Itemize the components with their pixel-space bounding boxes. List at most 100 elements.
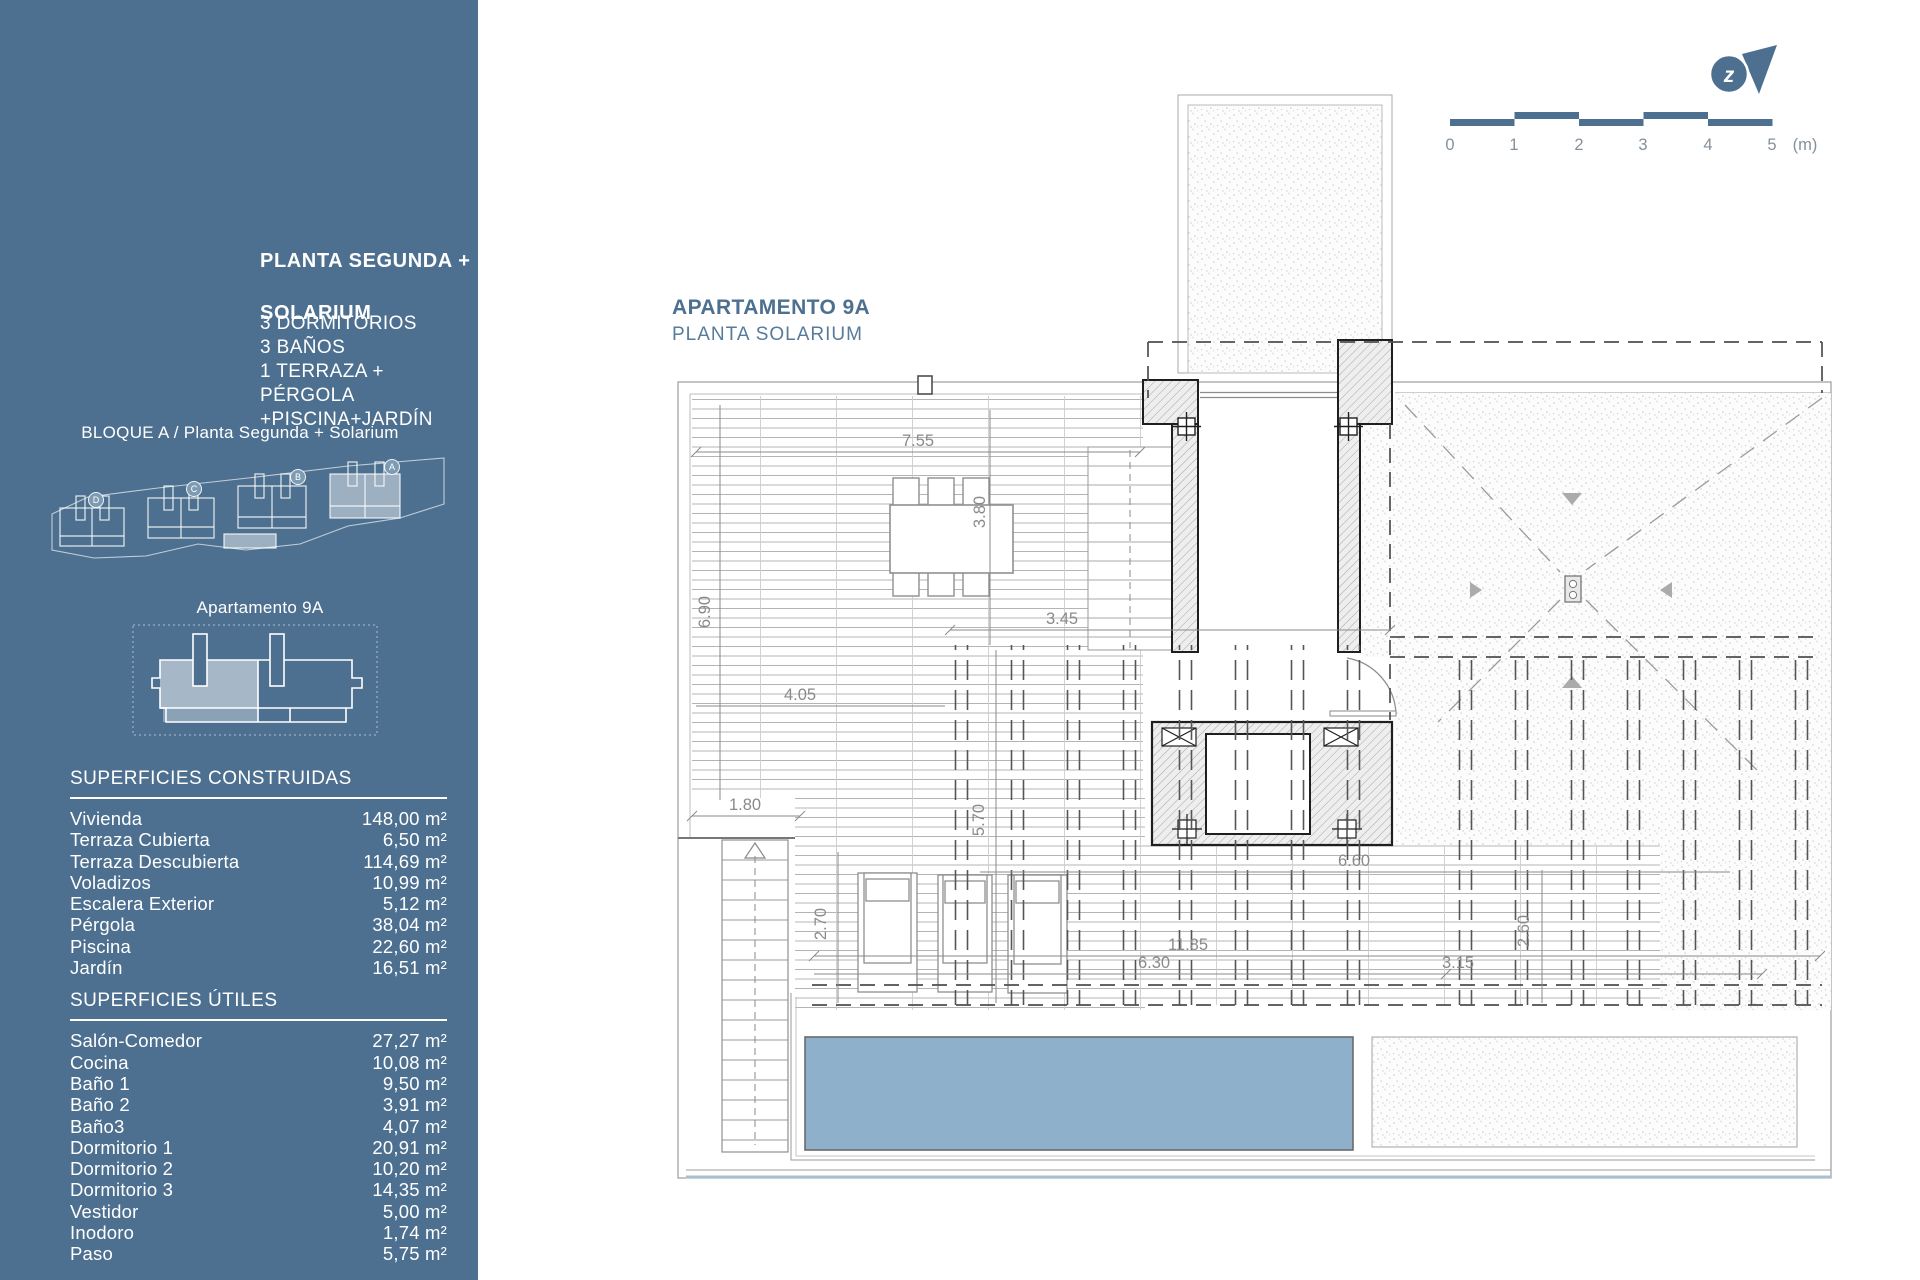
row-label: Inodoro <box>70 1222 134 1243</box>
row-value: 5,12 m² <box>383 893 447 914</box>
surface-tables: SUPERFICIES CONSTRUIDAS Vivienda 148,00 m… <box>70 768 447 1265</box>
surfaces-built-title: SUPERFICIES CONSTRUIDAS <box>70 768 447 799</box>
building-letter-d: D <box>93 495 100 505</box>
row-value: 4,07 m² <box>383 1116 447 1137</box>
row-value: 6,50 m² <box>383 829 447 850</box>
building-letter-c: C <box>191 484 198 494</box>
upper-stair-flight <box>1088 447 1173 650</box>
table-row: Voladizos 10,99 m² <box>70 872 447 893</box>
table-row: Cocina 10,08 m² <box>70 1052 447 1073</box>
dim-630: 6.30 <box>1138 954 1170 972</box>
site-keyplan: D C B A <box>48 452 448 582</box>
heading-line1: PLANTA SEGUNDA + <box>260 250 471 272</box>
row-value: 3,91 m² <box>383 1094 447 1115</box>
building-letter-b: B <box>295 472 301 482</box>
apartment-keyplan <box>130 620 380 740</box>
building-letter-a: A <box>389 462 395 472</box>
row-label: Salón-Comedor <box>70 1030 202 1051</box>
dim-570: 5.70 <box>970 804 988 836</box>
dim-180: 1.80 <box>729 796 761 814</box>
row-value: 10,20 m² <box>372 1158 447 1179</box>
roof-drain <box>1565 576 1581 602</box>
dim-1185: 11.85 <box>1168 936 1208 954</box>
sidebar: PLANTA SEGUNDA + SOLARIUM 3 DORMITORIOS … <box>0 0 478 1280</box>
dim-660: 6.60 <box>1338 852 1370 870</box>
scale-bar: 0 1 2 3 4 5 (m) <box>1445 112 1817 154</box>
row-label: Cocina <box>70 1052 129 1073</box>
row-value: 14,35 m² <box>372 1179 447 1200</box>
dim-270: 2.70 <box>812 908 830 940</box>
row-value: 114,69 m² <box>363 851 447 872</box>
site-pool-mark <box>224 534 276 548</box>
scale-label-3: 3 <box>1638 136 1647 154</box>
scale-label-1: 1 <box>1509 136 1518 154</box>
dim-405: 4.05 <box>784 686 816 704</box>
row-label: Vestidor <box>70 1201 138 1222</box>
table-row: Baño 1 9,50 m² <box>70 1073 447 1094</box>
table-row: Dormitorio 3 14,35 m² <box>70 1179 447 1200</box>
scale-label-2: 2 <box>1574 136 1583 154</box>
row-label: Terraza Cubierta <box>70 829 210 850</box>
table-row: Vivienda 148,00 m² <box>70 808 447 829</box>
row-label: Baño 2 <box>70 1094 130 1115</box>
row-label: Jardín <box>70 957 123 978</box>
top-stipple-box <box>1178 95 1392 373</box>
row-value: 10,08 m² <box>372 1052 447 1073</box>
program-list: 3 DORMITORIOS 3 BAÑOS 1 TERRAZA + PÉRGOL… <box>260 312 478 432</box>
row-label: Vivienda <box>70 808 142 829</box>
row-label: Voladizos <box>70 872 151 893</box>
scale-label-4: 4 <box>1703 136 1712 154</box>
page: 7.55 3.80 6.90 3.45 4.05 1.80 5.70 2.70 … <box>0 0 1920 1280</box>
table-row: Paso 5,75 m² <box>70 1243 447 1264</box>
plan-title: APARTAMENTO 9A <box>672 296 870 320</box>
plan-subtitle: PLANTA SOLARIUM <box>672 324 863 346</box>
row-label: Terraza Descubierta <box>70 851 239 872</box>
table-row: Pérgola38,04 m² <box>70 914 447 935</box>
table-row: Baño 2 3,91 m² <box>70 1094 447 1115</box>
table-row: Terraza Descubierta 114,69 m² <box>70 851 447 872</box>
row-value: 9,50 m² <box>383 1073 447 1094</box>
row-label: Dormitorio 3 <box>70 1179 173 1200</box>
row-label: Baño3 <box>70 1116 125 1137</box>
garden-bed <box>1372 1037 1797 1147</box>
swimming-pool <box>805 1037 1353 1150</box>
row-label: Paso <box>70 1243 113 1264</box>
row-value: 1,74 m² <box>383 1222 447 1243</box>
table-row: Terraza Cubierta 6,50 m² <box>70 829 447 850</box>
row-value: 5,75 m² <box>383 1243 447 1264</box>
boundary-column <box>918 376 932 394</box>
row-value: 22,60 m² <box>372 936 447 957</box>
table-row: Salón-Comedor 27,27 m² <box>70 1030 447 1051</box>
dim-755: 7.55 <box>902 432 934 450</box>
table-row: Vestidor 5,00 m² <box>70 1201 447 1222</box>
row-value: 16,51 m² <box>372 957 447 978</box>
dim-345: 3.45 <box>1046 610 1078 628</box>
row-label: Escalera Exterior <box>70 893 214 914</box>
program-item: 3 BAÑOS <box>260 336 478 360</box>
building-c <box>148 486 214 538</box>
row-value: 148,00 m² <box>362 808 447 829</box>
table-row: Dormitorio 120,91 m² <box>70 1137 447 1158</box>
row-label: Dormitorio 2 <box>70 1158 173 1179</box>
row-value: 5,00 m² <box>383 1201 447 1222</box>
dim-260: 2.60 <box>1515 915 1533 947</box>
table-row: Dormitorio 2 10,20 m² <box>70 1158 447 1179</box>
row-label: Piscina <box>70 936 131 957</box>
surfaces-useful-title: SUPERFICIES ÚTILES <box>70 990 447 1021</box>
row-value: 10,99 m² <box>372 872 447 893</box>
dim-315: 3.15 <box>1442 954 1474 972</box>
dim-380: 3.80 <box>971 496 989 528</box>
row-label: Pérgola <box>70 914 135 935</box>
row-value: 20,91 m² <box>372 1137 447 1158</box>
row-label: Baño 1 <box>70 1073 130 1094</box>
table-row: Baño3 4,07 m² <box>70 1116 447 1137</box>
bloque-label: BLOQUE A / Planta Segunda + Solarium <box>40 423 440 443</box>
table-row: Jardín 16,51 m² <box>70 957 447 978</box>
apartment-label: Apartamento 9A <box>110 598 410 618</box>
table-row: Escalera Exterior 5,12 m² <box>70 893 447 914</box>
dim-690: 6.90 <box>696 596 714 628</box>
row-value: 27,27 m² <box>372 1030 447 1051</box>
program-item: 3 DORMITORIOS <box>260 312 478 336</box>
north-compass-icon: z <box>1710 45 1777 94</box>
scale-label-5: 5 <box>1767 136 1776 154</box>
